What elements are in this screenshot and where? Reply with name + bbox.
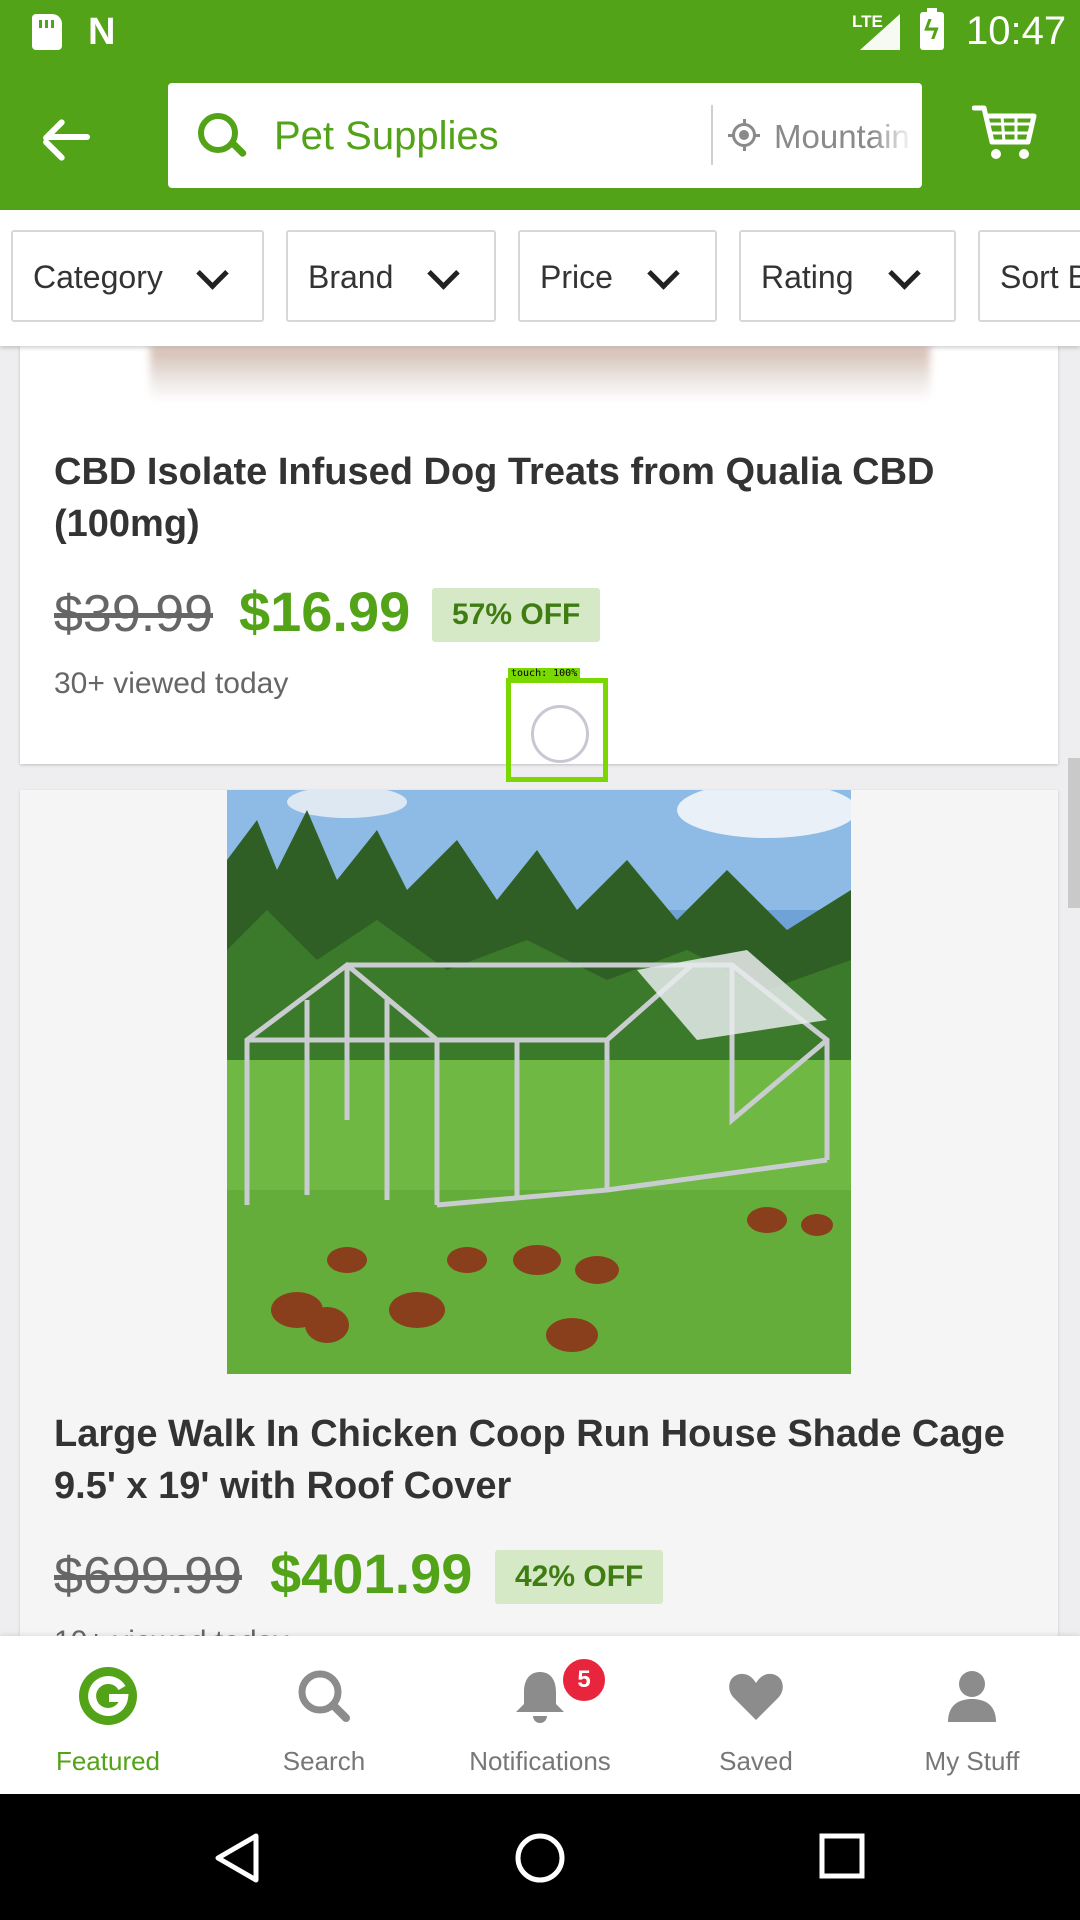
filter-label: Category xyxy=(33,259,163,295)
search-icon xyxy=(198,113,248,159)
filter-category[interactable]: Category xyxy=(11,230,264,322)
heart-icon xyxy=(729,1673,783,1720)
product-image xyxy=(227,790,851,1374)
nav-featured[interactable]: Featured xyxy=(0,1636,216,1794)
nav-notifications[interactable]: 5 Notifications xyxy=(432,1636,648,1794)
battery-charging-icon: ϟ xyxy=(920,8,944,50)
filter-label: Rating xyxy=(761,259,854,295)
chevron-down-icon xyxy=(427,257,460,290)
network-type: LTE xyxy=(852,12,883,31)
clock: 10:47 xyxy=(966,9,1067,53)
cart-icon[interactable] xyxy=(972,102,1038,164)
discount-badge: 42% OFF xyxy=(495,1550,664,1604)
scrollbar[interactable] xyxy=(1068,758,1080,908)
chevron-down-icon xyxy=(647,257,680,290)
notification-badge: 5 xyxy=(560,1656,608,1704)
nav-label: Notifications xyxy=(469,1746,611,1776)
groupon-g-icon xyxy=(79,1667,137,1725)
location-field[interactable]: Mountain View xyxy=(774,117,914,157)
nav-label: My Stuff xyxy=(924,1746,1020,1776)
search-query[interactable]: Pet Supplies xyxy=(274,113,499,159)
discount-badge: 57% OFF xyxy=(432,588,601,642)
person-icon xyxy=(948,1671,996,1722)
filter-sort[interactable]: Sort By xyxy=(978,230,1080,322)
filter-price[interactable]: Price xyxy=(518,230,717,322)
nav-label: Search xyxy=(282,1746,366,1776)
location-target-icon xyxy=(728,119,760,151)
filter-brand[interactable]: Brand xyxy=(286,230,496,322)
back-nav-icon[interactable] xyxy=(212,1832,262,1884)
search-divider xyxy=(711,105,713,165)
search-bar[interactable]: Pet Supplies Mountain View xyxy=(168,83,922,188)
product-title: CBD Isolate Infused Dog Treats from Qual… xyxy=(54,451,935,545)
sale-price: $401.99 xyxy=(270,1542,473,1605)
product-card[interactable]: Large Walk In Chicken Coop Run House Sha… xyxy=(20,790,1058,1650)
back-arrow-icon[interactable] xyxy=(40,112,100,162)
system-nav-bar xyxy=(0,1794,1080,1920)
recents-nav-icon[interactable] xyxy=(818,1832,866,1880)
sd-card-icon xyxy=(32,14,62,50)
viewed-count: 30+ viewed today xyxy=(54,667,289,700)
n-notification-icon: N xyxy=(88,11,116,53)
filter-label: Brand xyxy=(308,259,394,295)
product-title: Large Walk In Chicken Coop Run House Sha… xyxy=(54,1413,1005,1507)
product-image xyxy=(150,346,930,402)
nav-saved[interactable]: Saved xyxy=(648,1636,864,1794)
search-icon xyxy=(298,1670,350,1722)
status-bar: N LTE ϟ 10:47 xyxy=(0,0,1080,62)
nav-label: Saved xyxy=(719,1746,793,1776)
nav-search[interactable]: Search xyxy=(216,1636,432,1794)
app-bar: Pet Supplies Mountain View xyxy=(0,62,1080,210)
original-price: $39.99 xyxy=(54,585,214,643)
filter-label: Price xyxy=(540,259,613,295)
filter-rating[interactable]: Rating xyxy=(739,230,956,322)
filter-bar: Category Brand Price Rating Sort By xyxy=(0,210,1080,346)
original-price: $699.99 xyxy=(54,1547,242,1605)
bottom-nav: Featured Search 5 Notifications Saved My… xyxy=(0,1636,1080,1794)
nav-my-stuff[interactable]: My Stuff xyxy=(864,1636,1080,1794)
home-nav-icon[interactable] xyxy=(514,1832,566,1884)
chevron-down-icon xyxy=(196,257,229,290)
nav-label: Featured xyxy=(55,1746,161,1776)
sale-price: $16.99 xyxy=(239,580,411,643)
chevron-down-icon xyxy=(888,257,921,290)
touch-indicator xyxy=(506,678,608,782)
filter-label: Sort By xyxy=(1000,259,1080,295)
